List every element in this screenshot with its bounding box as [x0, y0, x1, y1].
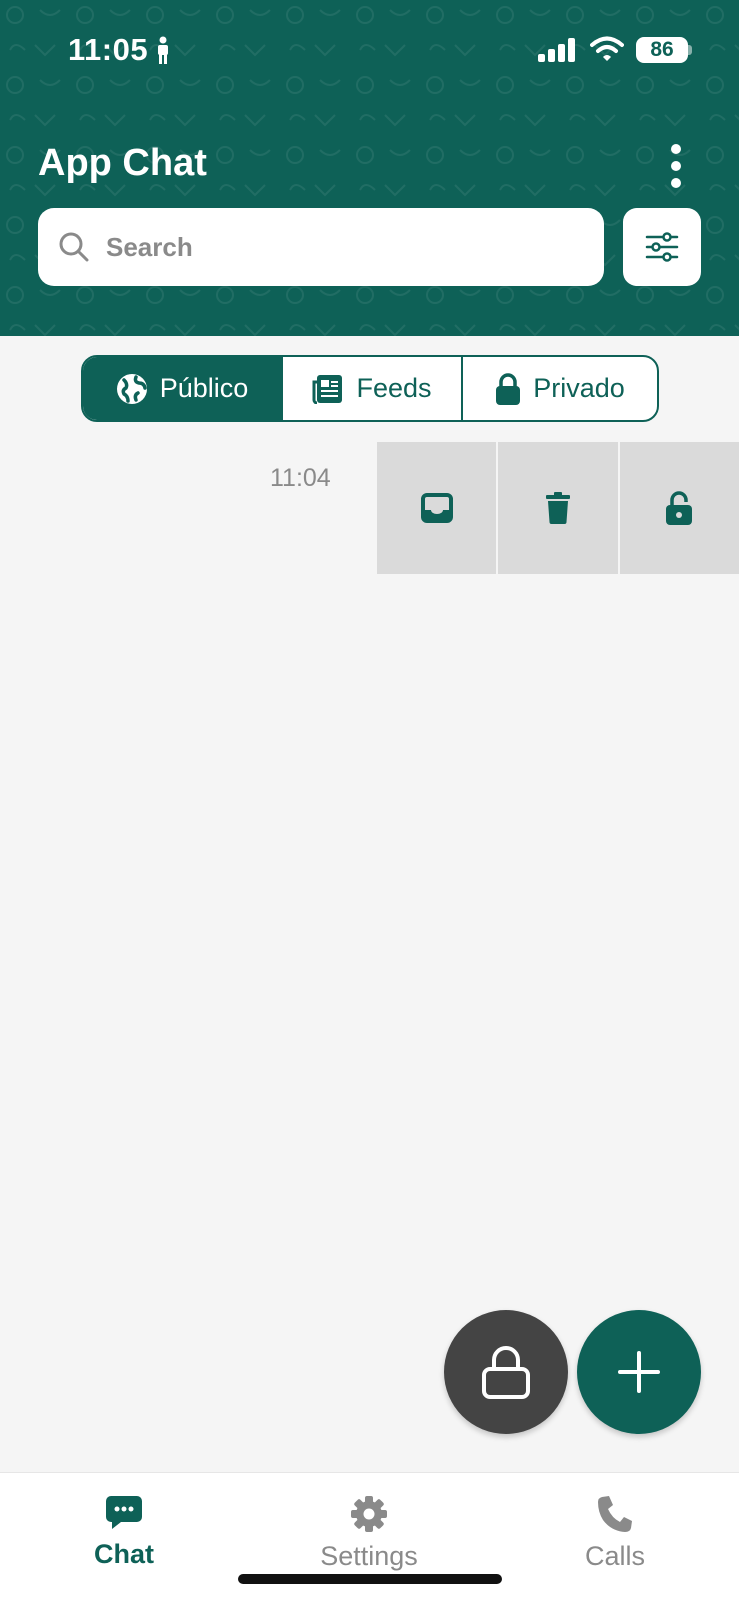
nav-item-calls[interactable]: Calls — [515, 1495, 715, 1572]
tab-publico[interactable]: Público — [83, 357, 281, 420]
search-input[interactable] — [106, 231, 566, 263]
unlock-button[interactable] — [619, 442, 739, 574]
sliders-icon — [645, 232, 679, 262]
chat-list-item[interactable]: 11:04 — [0, 442, 739, 574]
wifi-icon — [590, 36, 624, 61]
status-time: 11:05 — [68, 32, 149, 67]
chat-type-tabs: Público Feeds Privado — [81, 355, 659, 422]
page-title: App Chat — [38, 142, 207, 184]
gear-icon — [351, 1496, 387, 1532]
swipe-actions — [377, 442, 739, 574]
dot-icon — [671, 178, 681, 188]
nav-item-settings[interactable]: Settings — [269, 1495, 469, 1572]
plus-icon — [618, 1351, 660, 1393]
tab-label: Feeds — [356, 373, 432, 403]
inbox-icon — [420, 493, 453, 523]
tab-privado[interactable]: Privado — [461, 357, 657, 420]
nav-label: Chat — [94, 1539, 154, 1569]
tab-label: Público — [159, 373, 249, 403]
globe-icon — [116, 373, 147, 404]
dot-icon — [671, 144, 681, 154]
filter-button[interactable] — [623, 208, 701, 286]
private-chat-button[interactable] — [444, 1310, 568, 1434]
search-box[interactable] — [38, 208, 604, 286]
battery-level: 86 — [650, 38, 674, 61]
phone-icon — [598, 1496, 632, 1532]
lock-icon — [482, 1346, 530, 1399]
lock-icon — [496, 372, 521, 405]
battery-nub — [688, 45, 692, 55]
home-indicator — [238, 1574, 502, 1584]
dot-icon — [671, 161, 681, 171]
chat-bubble-icon — [106, 1496, 142, 1529]
unlock-icon — [666, 491, 693, 525]
more-options-button[interactable] — [656, 138, 696, 194]
trash-icon — [545, 492, 570, 524]
tab-feeds[interactable]: Feeds — [281, 357, 461, 420]
chat-timestamp: 11:04 — [270, 464, 331, 492]
nav-label: Calls — [584, 1541, 645, 1571]
search-icon — [59, 232, 89, 262]
newspaper-icon — [312, 374, 343, 404]
app-header: 11:05 86 App Chat — [0, 0, 739, 336]
tab-label: Privado — [533, 373, 625, 403]
signal-icon — [538, 38, 575, 62]
archive-button[interactable] — [377, 442, 497, 574]
delete-button[interactable] — [498, 442, 618, 574]
nav-label: Settings — [320, 1541, 418, 1571]
battery-indicator: 86 — [636, 37, 688, 63]
new-chat-button[interactable] — [577, 1310, 701, 1434]
person-icon — [158, 36, 168, 64]
nav-item-chat[interactable]: Chat — [24, 1495, 224, 1570]
status-bar: 11:05 86 — [0, 0, 739, 96]
